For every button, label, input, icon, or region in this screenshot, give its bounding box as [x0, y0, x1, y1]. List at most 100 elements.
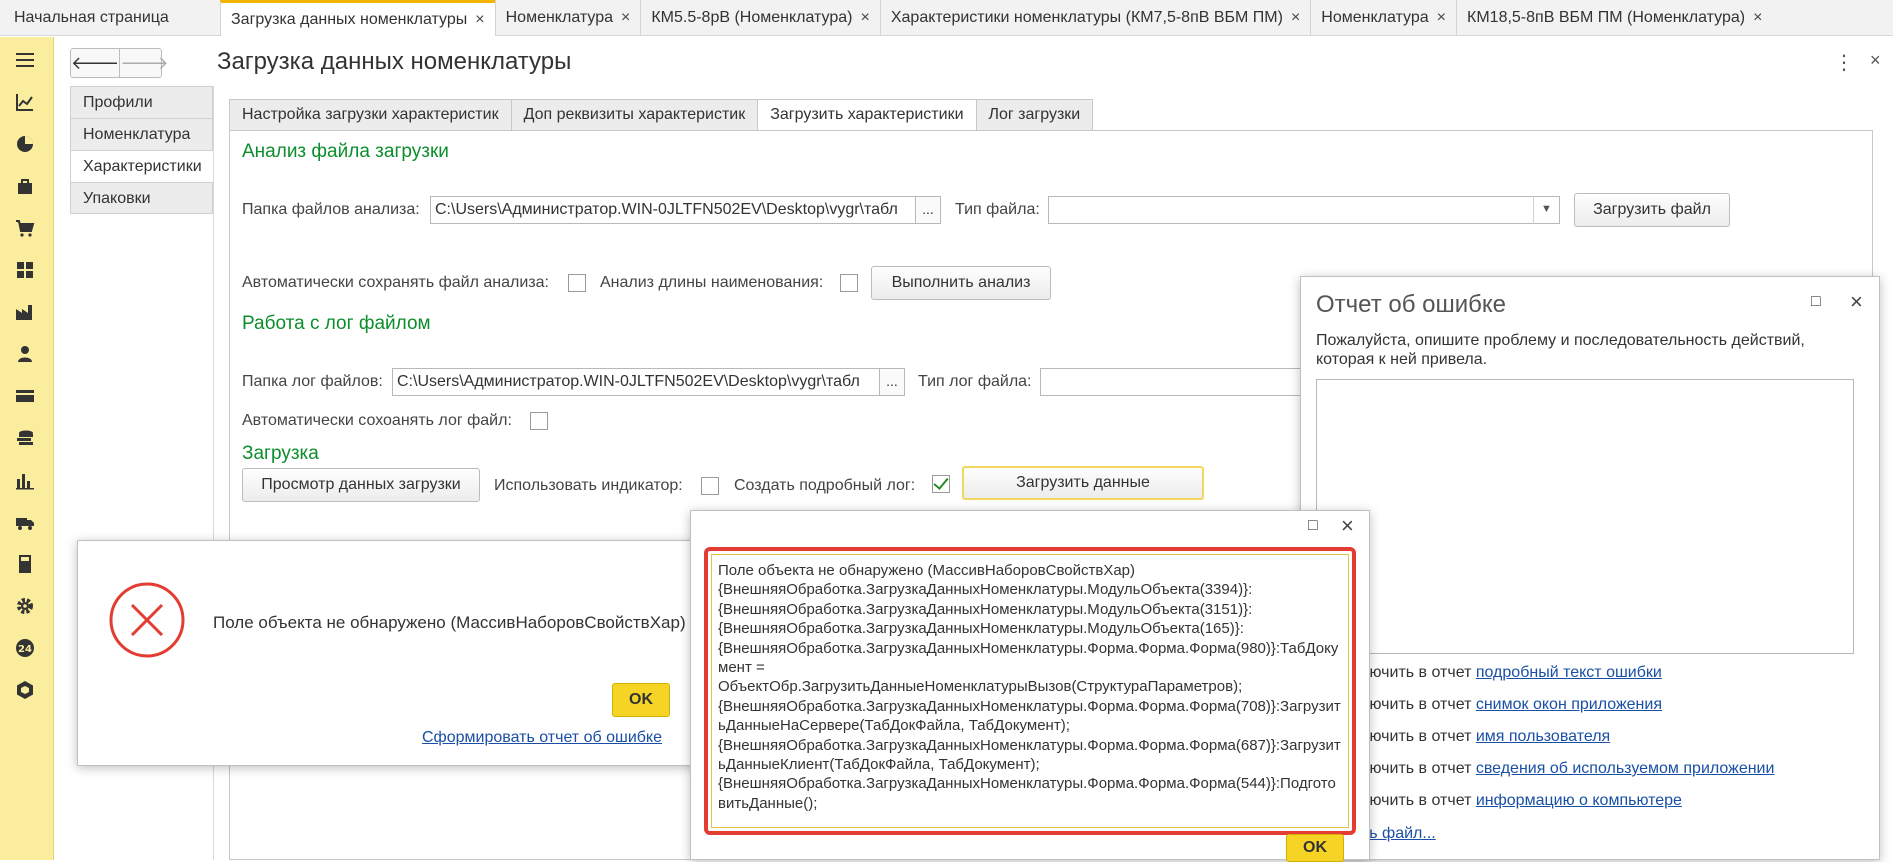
analysis-folder-label: Папка файлов анализа: — [242, 201, 420, 218]
chevron-down-icon[interactable]: ▼ — [1533, 196, 1559, 224]
cube-icon[interactable] — [14, 679, 36, 701]
log-folder-browse-button[interactable]: ... — [879, 368, 905, 396]
close-icon[interactable]: × — [1341, 513, 1354, 539]
bag-icon[interactable] — [14, 175, 36, 197]
close-icon[interactable]: × — [621, 9, 630, 26]
report-dialog-title: Отчет об ошибке — [1316, 291, 1507, 318]
close-icon[interactable]: × — [861, 9, 870, 26]
left-item-characteristics[interactable]: Характеристики — [70, 150, 213, 182]
cart-icon[interactable] — [14, 217, 36, 239]
inner-tabs: Настройка загрузки характеристик Доп рек… — [229, 99, 1094, 132]
tab-load-log[interactable]: Лог загрузки — [975, 99, 1094, 131]
grid-icon[interactable] — [14, 259, 36, 281]
report-option-screenshot: ключить в отчет снимок окон приложения — [1353, 696, 1662, 713]
preview-data-button[interactable]: Просмотр данных загрузки — [242, 468, 480, 502]
tab-label: КМ5.5-8рВ (Номенклатура) — [651, 9, 853, 26]
24-icon[interactable]: 24 — [14, 637, 36, 659]
truck-icon[interactable] — [14, 511, 36, 533]
maximize-icon[interactable]: □ — [1308, 517, 1318, 535]
tab-nomenclature[interactable]: Номенклатура × — [494, 0, 641, 36]
maximize-icon[interactable]: □ — [1811, 293, 1821, 311]
person-icon[interactable] — [14, 343, 36, 365]
pie-chart-icon[interactable] — [14, 133, 36, 155]
svg-text:24: 24 — [18, 644, 32, 655]
error-report-dialog: Отчет об ошибке □ × Пожалуйста, опишите … — [1300, 276, 1880, 860]
report-option-computer-info: ключить в отчет информацию о компьютере — [1353, 792, 1682, 809]
detailed-log-checkbox[interactable] — [932, 475, 950, 493]
close-form-icon[interactable]: × — [1870, 50, 1881, 71]
analysis-folder-browse-button[interactable]: ... — [915, 196, 941, 224]
tab-label: КМ18,5-8пВ ВБМ ПМ (Номенклатура) — [1467, 9, 1746, 26]
close-icon[interactable]: × — [1291, 9, 1300, 26]
analysis-folder-input[interactable]: C:\Users\Администратор.WIN-0JLTFN502EV\D… — [430, 196, 916, 224]
left-item-profiles[interactable]: Профили — [70, 86, 213, 118]
file-type-label: Тип файла: — [955, 201, 1040, 218]
tab-nomenclature-2[interactable]: Номенклатура × — [1310, 0, 1456, 36]
autosave-analysis-checkbox[interactable] — [568, 274, 586, 292]
report-description-input[interactable] — [1316, 379, 1854, 654]
error-details-dialog: □ × Поле объекта не обнаружено (МассивНа… — [690, 510, 1370, 862]
tab-km55[interactable]: КМ5.5-8рВ (Номенклатура) × — [640, 0, 880, 36]
report-option-username: ключить в отчет имя пользователя — [1353, 728, 1611, 745]
generate-report-link[interactable]: Сформировать отчет об ошибке — [422, 729, 662, 747]
close-icon[interactable]: × — [475, 11, 484, 28]
autosave-log-checkbox[interactable] — [530, 412, 548, 430]
card-icon[interactable] — [14, 385, 36, 407]
tab-load-characteristics[interactable]: Загрузить характеристики — [757, 99, 977, 132]
calculator-icon[interactable] — [14, 553, 36, 575]
tab-load-settings[interactable]: Настройка загрузки характеристик — [229, 99, 512, 131]
home-tab-label: Начальная страница — [14, 9, 169, 26]
log-type-label: Тип лог файла: — [918, 373, 1032, 390]
analysis-section-title: Анализ файла загрузки — [242, 141, 449, 162]
ok-button[interactable]: OK — [612, 683, 670, 717]
close-icon[interactable]: × — [1753, 9, 1762, 26]
error-message: Поле объекта не обнаружено (МассивНаборо… — [213, 613, 686, 632]
load-file-button[interactable]: Загрузить файл — [1574, 193, 1730, 227]
home-tab[interactable]: Начальная страница — [0, 0, 169, 36]
tab-km185[interactable]: КМ18,5-8пВ ВБМ ПМ (Номенклатура) × — [1456, 0, 1772, 36]
include-computer-info-link[interactable]: информацию о компьютере — [1476, 792, 1682, 809]
more-actions-icon[interactable]: ⋮ — [1834, 50, 1854, 75]
sections-sidebar: 24 — [0, 37, 54, 860]
close-icon[interactable]: × — [1437, 9, 1446, 26]
gear-icon[interactable] — [14, 595, 36, 617]
report-option-error-text: ключить в отчет подробный текст ошибки — [1353, 664, 1662, 681]
file-type-select[interactable] — [1048, 196, 1560, 224]
run-analysis-button[interactable]: Выполнить анализ — [871, 266, 1051, 300]
menu-icon[interactable] — [14, 49, 36, 71]
details-ok-button[interactable]: OK — [1286, 834, 1344, 862]
error-details-highlight: Поле объекта не обнаружено (МассивНаборо… — [704, 547, 1356, 835]
load-data-button[interactable]: Загрузить данные — [962, 466, 1204, 500]
load-section-title: Загрузка — [242, 443, 319, 464]
bar-chart-icon[interactable] — [14, 469, 36, 491]
log-type-select[interactable] — [1040, 368, 1310, 396]
error-details-text[interactable]: Поле объекта не обнаружено (МассивНаборо… — [711, 554, 1349, 828]
page-title: Загрузка данных номенклатуры — [217, 48, 572, 75]
include-error-text-link[interactable]: подробный текст ошибки — [1476, 664, 1662, 681]
forward-button[interactable]: 🡒 — [120, 49, 168, 77]
close-icon[interactable]: × — [1850, 289, 1863, 315]
report-description: Пожалуйста, опишите проблему и последова… — [1316, 332, 1805, 368]
log-folder-label: Папка лог файлов: — [242, 373, 383, 390]
tab-extra-attributes[interactable]: Доп реквизиты характеристик — [510, 99, 759, 131]
left-item-packages[interactable]: Упаковки — [70, 182, 213, 214]
autosave-log-label: Автоматически сохоанять лог файл: — [242, 412, 512, 429]
use-indicator-checkbox[interactable] — [701, 477, 719, 495]
tab-label: Номенклатура — [505, 9, 613, 26]
tab-characteristics-km75[interactable]: Характеристики номенклатуры (КМ7,5-8пВ В… — [879, 0, 1310, 36]
tab-label: Номенклатура — [1321, 9, 1429, 26]
back-button[interactable]: 🡐 — [71, 49, 121, 77]
name-length-label: Анализ длины наименования: — [600, 274, 824, 291]
coins-icon[interactable] — [14, 427, 36, 449]
include-username-link[interactable]: имя пользователя — [1476, 728, 1610, 745]
log-section-title: Работа с лог файлом — [242, 313, 431, 334]
include-screenshot-link[interactable]: снимок окон приложения — [1476, 696, 1662, 713]
name-length-checkbox[interactable] — [840, 274, 858, 292]
factory-icon[interactable] — [14, 301, 36, 323]
open-tabs: Загрузка данных номенклатуры × Номенклату… — [220, 0, 1772, 36]
tab-nomenclature-load[interactable]: Загрузка данных номенклатуры × — [220, 0, 495, 36]
chart-trend-icon[interactable] — [14, 91, 36, 113]
include-app-info-link[interactable]: сведения об используемом приложении — [1476, 760, 1775, 777]
left-item-nomenclature[interactable]: Номенклатура — [70, 118, 213, 150]
log-folder-input[interactable]: C:\Users\Администратор.WIN-0JLTFN502EV\D… — [392, 368, 880, 396]
